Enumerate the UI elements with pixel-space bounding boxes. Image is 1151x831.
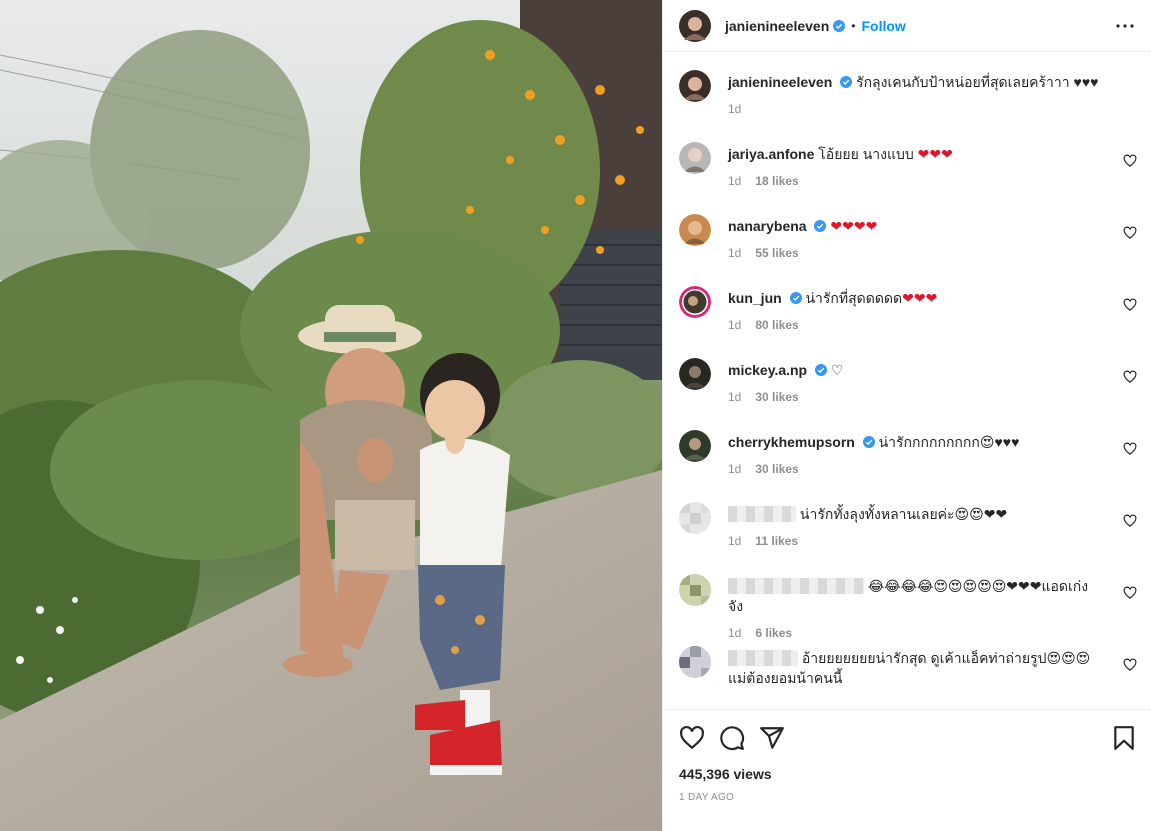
comment-likes[interactable]: 18 likes	[755, 174, 798, 188]
blurred-username	[728, 578, 864, 594]
comment-likes[interactable]: 30 likes	[755, 462, 798, 476]
commenter-username[interactable]: nanarybena	[728, 218, 807, 234]
post-media[interactable]	[0, 0, 662, 831]
commenter-avatar-blurred[interactable]	[679, 502, 711, 534]
comment-time: 1d	[728, 318, 742, 332]
comment-like-icon[interactable]	[1123, 298, 1137, 312]
verified-badge-icon	[815, 364, 828, 376]
commenter-username[interactable]: kun_jun	[728, 290, 782, 306]
commenter-avatar-blurred[interactable]	[679, 646, 711, 678]
comment-text: โอ้ยยย นางแบบ	[818, 146, 918, 162]
comment-like-icon[interactable]	[1123, 586, 1137, 600]
comment-like-icon[interactable]	[1123, 514, 1137, 528]
comment-time: 1d	[728, 462, 742, 476]
author-username[interactable]: janienineeleven	[725, 18, 829, 34]
comment-time: 1d	[728, 246, 742, 260]
comment-item: nanarybena ❤❤❤❤ 1d 55 likes	[679, 212, 1137, 284]
caption-username[interactable]: janienineeleven	[728, 74, 832, 90]
comment-item: kun_jun น่ารักที่สุดดดดด❤❤❤ 1d 80 likes	[679, 284, 1137, 356]
comment-like-icon[interactable]	[1123, 226, 1137, 240]
commenter-avatar[interactable]	[679, 214, 711, 246]
commenter-avatar[interactable]	[679, 286, 711, 318]
comment-like-icon[interactable]	[1123, 154, 1137, 168]
comment-likes[interactable]: 6 likes	[755, 626, 792, 640]
comment-likes[interactable]: 80 likes	[755, 318, 798, 332]
comment-item: jariya.anfone โอ้ยยย นางแบบ ❤❤❤ 1d 18 lik…	[679, 140, 1137, 212]
commenter-avatar[interactable]	[679, 430, 711, 462]
comment-time: 1d	[728, 534, 742, 548]
post-header: janienineeleven • Follow	[663, 0, 1151, 52]
commenter-username[interactable]: cherrykhemupsorn	[728, 434, 855, 450]
comment-time: 1d	[728, 174, 742, 188]
instagram-post: janienineeleven • Follow janienineeleven	[0, 0, 1151, 831]
commenter-avatar[interactable]	[679, 142, 711, 174]
post-timestamp: 1 DAY AGO	[679, 792, 735, 803]
verified-badge-icon	[789, 292, 802, 304]
comment-likes[interactable]: 55 likes	[755, 246, 798, 260]
commenter-username[interactable]: mickey.a.np	[728, 362, 807, 378]
comment-likes[interactable]: 11 likes	[755, 534, 798, 548]
post-side-panel: janienineeleven • Follow janienineeleven	[662, 0, 1151, 831]
blurred-username	[728, 506, 796, 522]
view-count[interactable]: 445,396 views	[679, 766, 1137, 782]
comment-icon[interactable]	[719, 725, 745, 751]
comment-item: 😂😂😂😂😍😍😍😍😍❤❤❤แอดเก่งจัง 1d 6 likes	[679, 572, 1137, 644]
caption-time: 1d	[728, 102, 742, 116]
commenter-username[interactable]: jariya.anfone	[728, 146, 814, 162]
comments-list[interactable]: janienineeleven รักลุงเคนกับป้าหน่อยที่ส…	[663, 52, 1151, 709]
bookmark-icon[interactable]	[1111, 725, 1137, 751]
verified-badge-icon	[862, 436, 875, 448]
comment-likes[interactable]: 30 likes	[755, 390, 798, 404]
verified-badge-icon	[814, 220, 827, 232]
comment-text: น่ารักกกกกกกกก😍♥♥♥	[878, 434, 1020, 450]
more-options-icon[interactable]	[1113, 14, 1137, 38]
commenter-avatar[interactable]	[679, 358, 711, 390]
comment-item: น่ารักทั้งลุงทั้งหลานเลยค่ะ😍😍❤❤ 1d 11 lik…	[679, 500, 1137, 572]
comment-time: 1d	[728, 390, 742, 404]
heart-icon[interactable]	[679, 725, 705, 751]
comment-like-icon[interactable]	[1123, 442, 1137, 456]
caption-author-avatar[interactable]	[679, 70, 711, 102]
comment-text: น่ารักทั้งลุงทั้งหลานเลยค่ะ😍😍❤❤	[799, 506, 1008, 522]
comment-item: cherrykhemupsorn น่ารักกกกกกกกก😍♥♥♥ 1d 30…	[679, 428, 1137, 500]
post-actions: 445,396 views 1 DAY AGO	[663, 709, 1151, 831]
verified-badge-icon	[840, 76, 853, 88]
separator-dot: •	[851, 18, 856, 33]
heart-emojis: ❤❤❤	[917, 146, 953, 162]
verified-badge-icon	[833, 19, 846, 32]
comment-text: ♡	[830, 362, 844, 378]
post-photo	[0, 0, 662, 831]
comment-like-icon[interactable]	[1123, 370, 1137, 384]
comment-like-icon[interactable]	[1123, 658, 1137, 672]
author-avatar[interactable]	[679, 9, 711, 42]
comment-item: mickey.a.np ♡ 1d 30 likes	[679, 356, 1137, 428]
heart-emojis: ❤❤❤❤	[830, 218, 878, 234]
heart-emojis: ❤❤❤	[902, 290, 938, 306]
comment-item: อ้ายยยยยยยน่ารักสุด ดูเค้าแอ็คท่าถ่ายรูป…	[679, 644, 1137, 709]
caption-text: รักลุงเคนกับป้าหน่อยที่สุดเลยคร้าาา ♥♥♥	[856, 74, 1099, 90]
comment-time: 1d	[728, 626, 742, 640]
send-icon[interactable]	[759, 725, 785, 751]
post-caption: janienineeleven รักลุงเคนกับป้าหน่อยที่ส…	[679, 68, 1137, 140]
blurred-username	[728, 650, 798, 666]
follow-button[interactable]: Follow	[861, 18, 905, 34]
commenter-avatar-blurred[interactable]	[679, 574, 711, 606]
comment-text: น่ารักที่สุดดดดด	[805, 290, 903, 306]
